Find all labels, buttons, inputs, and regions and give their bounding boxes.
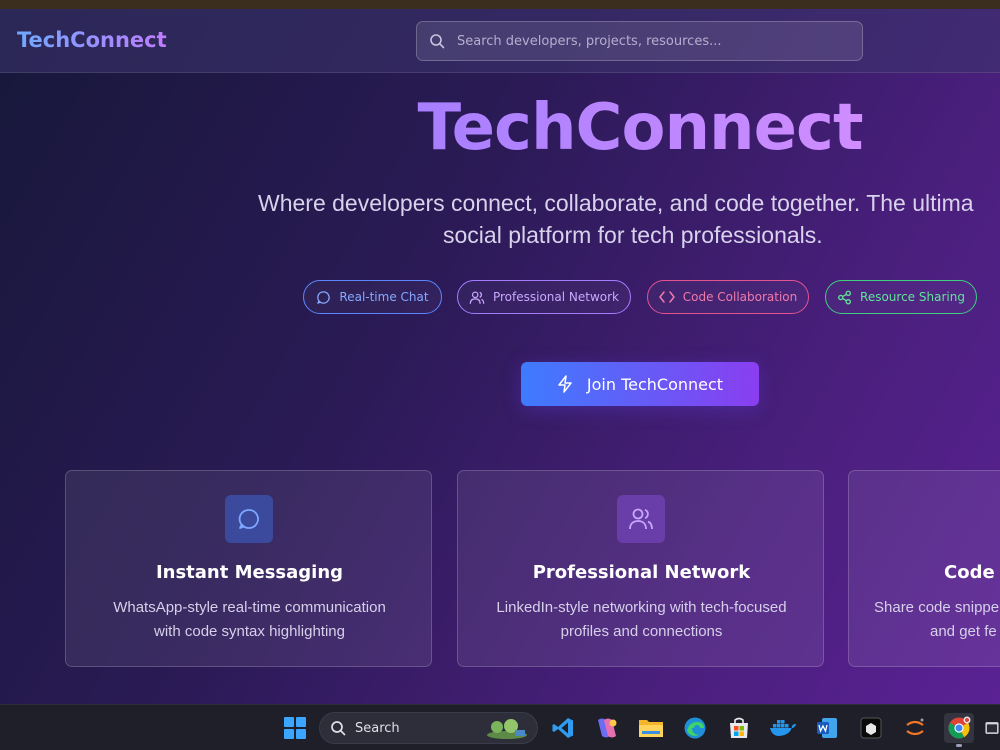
chip-label: Real-time Chat bbox=[339, 290, 429, 304]
taskbar-search[interactable]: Search bbox=[319, 712, 538, 744]
terminal-icon[interactable] bbox=[856, 713, 886, 743]
browser-viewport: TechConnect TechConnect Where developers… bbox=[0, 9, 1000, 704]
chip-label: Professional Network bbox=[492, 290, 620, 304]
card-icon-box bbox=[617, 495, 665, 543]
message-circle-icon bbox=[317, 290, 331, 304]
card-description-line1: Share code snippe bbox=[874, 599, 1000, 616]
taskbar-search-label: Search bbox=[355, 720, 400, 736]
search-icon bbox=[331, 721, 346, 736]
card-description-line1: LinkedIn-style networking with tech-focu… bbox=[496, 599, 787, 616]
search-icon bbox=[430, 34, 445, 49]
code-icon bbox=[658, 291, 675, 303]
share-icon bbox=[838, 290, 852, 304]
hero-subtitle-line2: social platform for tech professionals. bbox=[443, 222, 823, 248]
active-indicator bbox=[956, 744, 962, 747]
feature-card-instant-messaging[interactable]: Instant Messaging WhatsApp-style real-ti… bbox=[65, 470, 432, 667]
brand-logo[interactable]: TechConnect bbox=[17, 28, 167, 52]
users-icon bbox=[629, 508, 653, 530]
card-description: Share code snippe and get fe bbox=[874, 596, 1000, 644]
file-explorer-icon[interactable] bbox=[636, 713, 666, 743]
hero-subtitle: Where developers connect, collaborate, a… bbox=[258, 187, 1000, 251]
chip-resource-sharing[interactable]: Resource Sharing bbox=[825, 280, 977, 314]
chip-label: Code Collaboration bbox=[682, 290, 798, 304]
card-title: Professional Network bbox=[532, 562, 751, 583]
windows-start-icon[interactable] bbox=[280, 713, 310, 743]
join-button[interactable]: Join TechConnect bbox=[521, 362, 759, 406]
chrome-icon[interactable] bbox=[944, 713, 974, 747]
edge-icon[interactable] bbox=[680, 713, 710, 743]
join-button-label: Join TechConnect bbox=[586, 374, 724, 394]
card-description-line2: profiles and connections bbox=[560, 623, 723, 640]
search-input[interactable] bbox=[457, 33, 857, 49]
card-title: Code C bbox=[944, 562, 1000, 583]
store-icon[interactable] bbox=[724, 713, 754, 743]
users-icon bbox=[469, 291, 485, 304]
chip-professional-network[interactable]: Professional Network bbox=[457, 280, 631, 314]
docker-icon[interactable] bbox=[768, 713, 798, 743]
search-bar[interactable] bbox=[416, 21, 863, 61]
card-description: LinkedIn-style networking with tech-focu… bbox=[478, 596, 805, 644]
card-description-line2: with code syntax highlighting bbox=[154, 623, 345, 640]
lightning-icon bbox=[558, 375, 572, 393]
card-description-line1: WhatsApp-style real-time communication bbox=[113, 599, 386, 616]
hero-title: TechConnect bbox=[340, 91, 940, 165]
window-top-strip bbox=[0, 0, 1000, 9]
card-description-line2: and get fe bbox=[930, 623, 997, 640]
copilot-icon[interactable] bbox=[592, 713, 622, 743]
windows-taskbar: Search bbox=[0, 704, 1000, 750]
site-header: TechConnect bbox=[0, 9, 1000, 73]
feature-card-professional-network[interactable]: Professional Network LinkedIn-style netw… bbox=[457, 470, 824, 667]
card-description: WhatsApp-style real-time communication w… bbox=[86, 596, 413, 644]
vscode-icon[interactable] bbox=[548, 713, 578, 743]
chip-real-time-chat[interactable]: Real-time Chat bbox=[303, 280, 442, 314]
hero-subtitle-line1: Where developers connect, collaborate, a… bbox=[258, 190, 974, 216]
message-circle-icon bbox=[238, 509, 259, 529]
search-highlight-icon bbox=[487, 719, 527, 739]
card-title: Instant Messaging bbox=[155, 562, 344, 583]
chip-code-collaboration[interactable]: Code Collaboration bbox=[647, 280, 809, 314]
jupyter-icon[interactable] bbox=[900, 713, 930, 743]
word-icon[interactable] bbox=[812, 713, 842, 743]
feature-card-code-collaboration[interactable]: Code C Share code snippe and get fe bbox=[848, 470, 1000, 667]
window-icon[interactable] bbox=[984, 713, 1000, 743]
card-icon-box bbox=[225, 495, 273, 543]
chip-label: Resource Sharing bbox=[860, 290, 965, 304]
